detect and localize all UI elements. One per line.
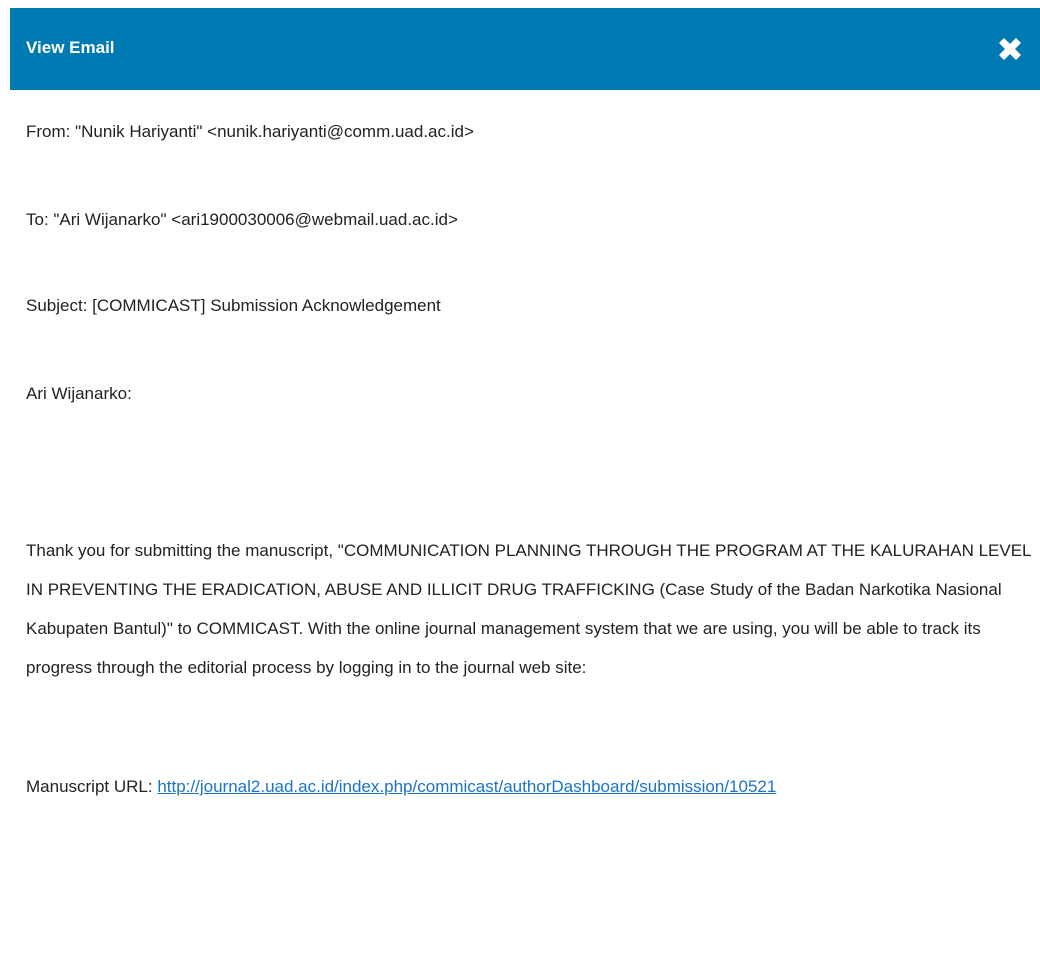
manuscript-url-link[interactable]: http://journal2.uad.ac.id/index.php/comm… <box>157 777 776 796</box>
dialog-title: View Email <box>26 38 115 57</box>
email-greeting: Ari Wijanarko: <box>26 384 132 403</box>
close-button[interactable] <box>992 31 1028 67</box>
dialog-header: View Email <box>10 8 1040 90</box>
manuscript-url-label: Manuscript URL: <box>26 777 158 796</box>
email-from: From: "Nunik Hariyanti" <nunik.hariyanti… <box>26 122 474 141</box>
manuscript-url-line: Manuscript URL: http://journal2.uad.ac.i… <box>26 775 776 799</box>
email-to: To: "Ari Wijanarko" <ari1900030006@webma… <box>26 210 458 229</box>
view-email-dialog: View Email From: "Nunik Hariyanti" <nuni… <box>10 0 1040 958</box>
email-subject: Subject: [COMMICAST] Submission Acknowle… <box>26 296 441 315</box>
close-x-icon <box>999 38 1021 60</box>
email-body-paragraph: Thank you for submitting the manuscript,… <box>26 541 1031 677</box>
